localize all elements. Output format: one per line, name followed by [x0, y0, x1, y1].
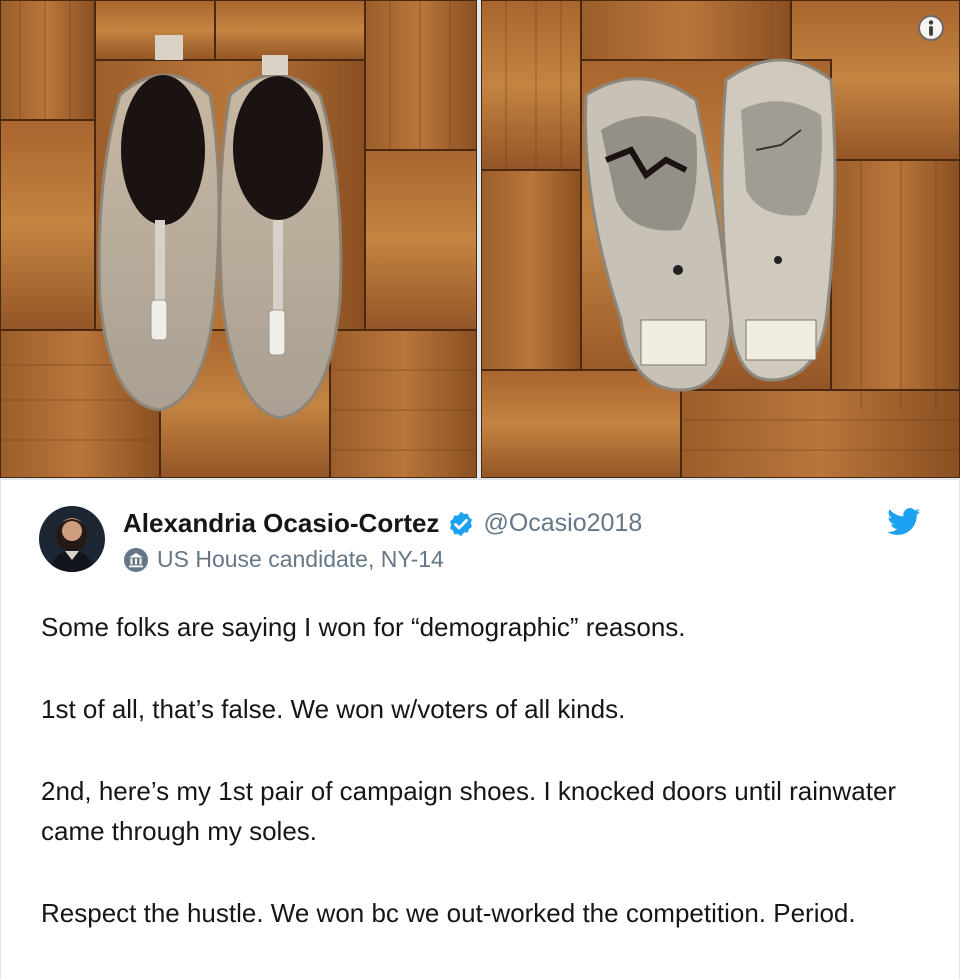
shoes-soles-photo	[481, 0, 960, 478]
tweet-media	[0, 0, 960, 480]
verified-icon	[447, 510, 475, 538]
author-label: US House candidate, NY-14	[123, 546, 444, 573]
author-handle[interactable]: @Ocasio2018	[483, 509, 642, 538]
media-photo-shoes-top[interactable]	[0, 0, 477, 478]
tweet-paragraph: 2nd, here’s my 1st pair of campaign shoe…	[41, 776, 897, 846]
author-label-text: US House candidate, NY-14	[157, 546, 444, 572]
government-building-icon	[123, 547, 149, 573]
author-line: Alexandria Ocasio-Cortez @Ocasio2018	[123, 508, 642, 539]
avatar-image	[39, 506, 105, 572]
media-photo-shoes-soles[interactable]	[481, 0, 960, 478]
tweet-paragraph: Respect the hustle. We won bc we out-wor…	[41, 898, 856, 928]
tweet-text: Some folks are saying I won for “demogra…	[41, 607, 921, 933]
tweet-paragraph: 1st of all, that’s false. We won w/voter…	[41, 694, 626, 724]
avatar[interactable]	[39, 506, 105, 572]
shoes-top-photo	[0, 0, 477, 478]
info-glyph	[928, 20, 934, 36]
tweet-paragraph: Some folks are saying I won for “demogra…	[41, 612, 686, 642]
tweet-card: Alexandria Ocasio-Cortez @Ocasio2018 US …	[0, 480, 960, 979]
twitter-bird-icon[interactable]	[887, 508, 921, 536]
info-icon[interactable]	[918, 15, 944, 41]
author-display-name[interactable]: Alexandria Ocasio-Cortez	[123, 508, 439, 539]
